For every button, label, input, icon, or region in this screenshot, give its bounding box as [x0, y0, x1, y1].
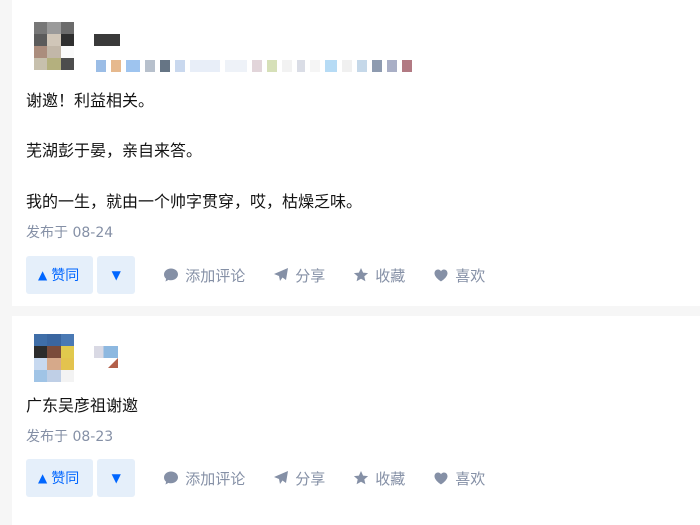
- star-icon: [354, 268, 369, 282]
- star-icon: [354, 471, 369, 485]
- share-label: 分享: [295, 469, 326, 488]
- author-name-blurred[interactable]: [94, 346, 118, 358]
- caret-up-icon: ▲: [38, 268, 48, 282]
- upvote-label: 赞同: [51, 471, 80, 487]
- like-label: 喜欢: [455, 469, 486, 488]
- avatar[interactable]: [34, 22, 74, 70]
- upvote-button[interactable]: ▲ 赞同: [26, 256, 94, 294]
- comment-button[interactable]: 添加评论: [163, 265, 245, 286]
- author-badge-blurred: [108, 358, 118, 368]
- share-button[interactable]: 分享: [273, 468, 325, 489]
- share-icon: [274, 268, 289, 281]
- favorite-button[interactable]: 收藏: [353, 468, 405, 489]
- favorite-label: 收藏: [375, 469, 406, 488]
- comment-icon: [164, 471, 179, 485]
- answer-card: 谢邀！利益相关。 芜湖彭于晏，亲自来答。 我的一生，就由一个帅字贯穿，哎，枯燥乏…: [12, 0, 700, 306]
- favorite-label: 收藏: [375, 266, 406, 285]
- answer-text: 我的一生，就由一个帅字贯穿，哎，枯燥乏味。: [26, 192, 363, 211]
- post-time[interactable]: 发布于 08-23: [26, 426, 113, 446]
- answer-text: 广东吴彦祖谢邀: [26, 396, 139, 415]
- share-icon: [274, 471, 289, 484]
- caret-down-icon: ▼: [111, 268, 121, 282]
- comment-label: 添加评论: [185, 266, 246, 285]
- downvote-button[interactable]: ▼: [97, 256, 136, 294]
- author-headline-blurred: [96, 58, 506, 74]
- like-label: 喜欢: [455, 266, 486, 285]
- share-button[interactable]: 分享: [273, 265, 325, 286]
- answers-page: 谢邀！利益相关。 芜湖彭于晏，亲自来答。 我的一生，就由一个帅字贯穿，哎，枯燥乏…: [0, 0, 700, 525]
- action-bar: ▲ 赞同 ▼ 添加评论 分享 收藏 喜欢: [26, 256, 485, 294]
- comment-button[interactable]: 添加评论: [163, 468, 245, 489]
- avatar[interactable]: [34, 334, 74, 382]
- author-name-blurred[interactable]: [94, 34, 120, 46]
- like-button[interactable]: 喜欢: [433, 265, 485, 286]
- caret-up-icon: ▲: [38, 471, 48, 485]
- caret-down-icon: ▼: [111, 471, 121, 485]
- post-time[interactable]: 发布于 08-24: [26, 222, 113, 242]
- answer-text: 芜湖彭于晏，亲自来答。: [26, 141, 203, 160]
- share-label: 分享: [295, 266, 326, 285]
- heart-icon: [434, 472, 448, 485]
- answer-text: 谢邀！利益相关。: [26, 91, 155, 110]
- answer-card: 广东吴彦祖谢邀 发布于 08-23 ▲ 赞同 ▼ 添加评论 分享 收藏 喜欢: [12, 316, 700, 525]
- upvote-label: 赞同: [51, 268, 80, 284]
- comment-icon: [164, 268, 179, 282]
- downvote-button[interactable]: ▼: [97, 459, 136, 497]
- comment-label: 添加评论: [185, 469, 246, 488]
- heart-icon: [434, 269, 448, 282]
- upvote-button[interactable]: ▲ 赞同: [26, 459, 94, 497]
- action-bar: ▲ 赞同 ▼ 添加评论 分享 收藏 喜欢: [26, 459, 485, 497]
- like-button[interactable]: 喜欢: [433, 468, 485, 489]
- favorite-button[interactable]: 收藏: [353, 265, 405, 286]
